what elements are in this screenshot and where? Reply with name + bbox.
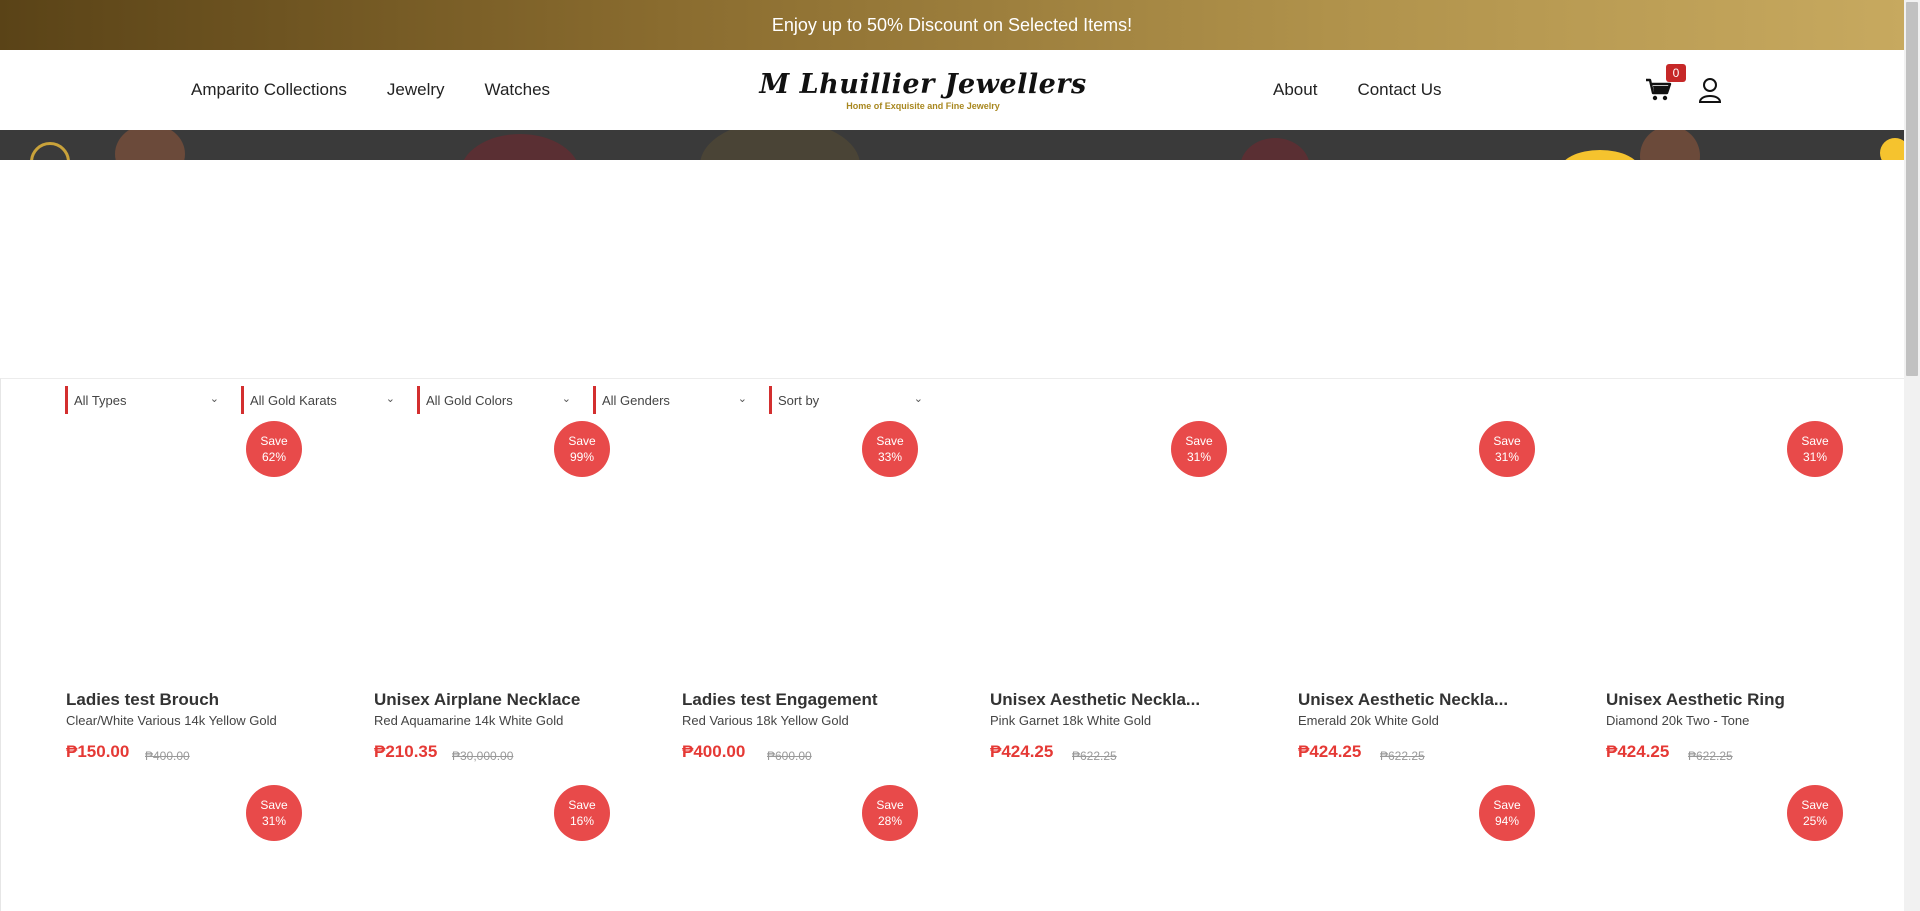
- filter-karats-label: All Gold Karats: [250, 392, 337, 408]
- product-name[interactable]: Ladies test Engagement: [682, 690, 912, 710]
- chevron-down-icon: ⌄: [913, 393, 923, 405]
- discount-badge: Save 25%: [1787, 785, 1843, 841]
- product-description: Diamond 20k Two - Tone: [1606, 713, 1750, 728]
- product-name[interactable]: Unisex Aesthetic Ring: [1606, 690, 1836, 710]
- product-description: Red Aquamarine 14k White Gold: [374, 713, 564, 728]
- nav-watches[interactable]: Watches: [485, 80, 551, 100]
- site-logo[interactable]: M Lhuillier Jewellers Home of Exquisite …: [759, 69, 1086, 113]
- hero-banner-strip: [0, 130, 1904, 160]
- page: Enjoy up to 50% Discount on Selected Ite…: [0, 0, 1920, 911]
- product-name[interactable]: Unisex Aesthetic Neckla...: [990, 690, 1220, 710]
- discount-badge: Save 31%: [1479, 421, 1535, 477]
- filter-genders-label: All Genders: [602, 392, 670, 408]
- nav-right: About Contact Us: [1273, 50, 1442, 130]
- product-price: ₱424.25: [1606, 742, 1670, 761]
- product-name[interactable]: Ladies test Brouch: [66, 690, 296, 710]
- discount-badge: Save 16%: [554, 785, 610, 841]
- cart-count-badge: 0: [1666, 64, 1686, 82]
- filter-types-label: All Types: [74, 392, 127, 408]
- product-price: ₱424.25: [990, 742, 1054, 761]
- nav-about[interactable]: About: [1273, 80, 1317, 100]
- product-old-price: ₱30,000.00: [452, 749, 514, 763]
- scrollbar-thumb[interactable]: [1906, 2, 1918, 376]
- discount-badge: Save 28%: [862, 785, 918, 841]
- discount-badge: Save 33%: [862, 421, 918, 477]
- discount-badge: Save 94%: [1479, 785, 1535, 841]
- chevron-down-icon: ⌄: [561, 393, 571, 405]
- chevron-down-icon: ⌄: [737, 393, 747, 405]
- logo-wordmark: M Lhuillier Jewellers: [759, 69, 1086, 100]
- logo-tagline: Home of Exquisite and Fine Jewelry: [846, 101, 1000, 111]
- filter-types[interactable]: All Types ⌄: [65, 386, 225, 414]
- product-old-price: ₱622.25: [1072, 749, 1117, 763]
- site-header: Amparito Collections Jewelry Watches M L…: [0, 50, 1904, 130]
- promo-text: Enjoy up to 50% Discount on Selected Ite…: [771, 14, 1133, 35]
- product-old-price: ₱622.25: [1380, 749, 1425, 763]
- product-name[interactable]: Unisex Aesthetic Neckla...: [1298, 690, 1528, 710]
- product-price: ₱210.35: [374, 742, 438, 761]
- product-description: Clear/White Various 14k Yellow Gold: [66, 713, 277, 728]
- filter-gold-karats[interactable]: All Gold Karats ⌄: [241, 386, 401, 414]
- promo-banner: Enjoy up to 50% Discount on Selected Ite…: [0, 0, 1904, 50]
- product-old-price: ₱600.00: [767, 749, 812, 763]
- nav-left: Amparito Collections Jewelry Watches: [191, 50, 550, 130]
- product-description: Red Various 18k Yellow Gold: [682, 713, 849, 728]
- product-description: Pink Garnet 18k White Gold: [990, 713, 1152, 728]
- filter-colors-label: All Gold Colors: [426, 392, 513, 408]
- product-price: ₱400.00: [682, 742, 746, 761]
- discount-badge: Save 31%: [1787, 421, 1843, 477]
- product-price: ₱424.25: [1298, 742, 1362, 761]
- discount-badge: Save 31%: [1171, 421, 1227, 477]
- chevron-down-icon: ⌄: [209, 393, 219, 405]
- discount-badge: Save 62%: [246, 421, 302, 477]
- nav-jewelry[interactable]: Jewelry: [387, 80, 445, 100]
- sort-by-label: Sort by: [778, 392, 820, 408]
- logo-text: M Lhuillier Jewellers: [759, 69, 1087, 100]
- chevron-down-icon: ⌄: [385, 393, 395, 405]
- sort-by-select[interactable]: Sort by ⌄: [769, 386, 929, 414]
- product-old-price: ₱622.25: [1688, 749, 1733, 763]
- product-name[interactable]: Unisex Airplane Necklace: [374, 690, 604, 710]
- product-old-price: ₱400.00: [145, 749, 190, 763]
- filter-genders[interactable]: All Genders ⌄: [593, 386, 753, 414]
- filter-gold-colors[interactable]: All Gold Colors ⌄: [417, 386, 577, 414]
- nav-contact-us[interactable]: Contact Us: [1357, 80, 1441, 100]
- nav-amparito-collections[interactable]: Amparito Collections: [191, 80, 347, 100]
- product-description: Emerald 20k White Gold: [1298, 713, 1439, 728]
- user-account-icon[interactable]: [1698, 77, 1722, 103]
- discount-badge: Save 99%: [554, 421, 610, 477]
- discount-badge: Save 31%: [246, 785, 302, 841]
- product-price: ₱150.00: [66, 742, 130, 761]
